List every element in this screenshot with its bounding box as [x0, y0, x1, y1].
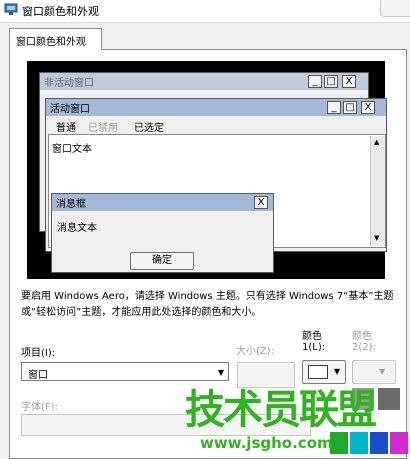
color2-label-top: 颜色	[352, 331, 372, 342]
palette-swatch[interactable]	[390, 432, 408, 454]
color1-picker-button[interactable]: ▼	[302, 360, 346, 384]
color1-label-top: 颜色	[302, 331, 322, 342]
chevron-down-icon: ▼	[334, 367, 341, 376]
minimize-icon: _	[327, 101, 341, 114]
window-close-button[interactable]	[380, 0, 410, 17]
scroll-down-icon: ▼	[374, 234, 380, 242]
menu-item-selected: 已选定	[134, 123, 164, 134]
tab-window-color-appearance[interactable]: 窗口颜色和外观	[9, 28, 102, 50]
aero-description: 要启用 Windows Aero，请选择 Windows 主题。只有选择 Win…	[21, 291, 394, 318]
preview-menu-bar: 普通 已禁用 已选定	[46, 116, 386, 134]
display-settings-icon	[4, 3, 18, 15]
message-box-title: 消息框	[52, 194, 273, 211]
minimize-icon: _	[308, 75, 322, 88]
window-title: 窗口颜色和外观	[22, 5, 99, 18]
message-text: 消息文本	[57, 223, 97, 234]
scroll-up-icon: ▲	[374, 138, 380, 146]
watermark-url: www.jsgho.com	[200, 434, 333, 452]
color1-swatch	[308, 365, 328, 379]
chevron-down-icon: ▼	[217, 368, 224, 377]
preview-scrollbar: ▲ ▼	[370, 136, 385, 246]
item-dropdown-value: 窗口	[28, 370, 48, 381]
window-text: 窗口文本	[52, 144, 92, 155]
menu-item-disabled: 已禁用	[88, 123, 118, 134]
chevron-down-icon: ▼	[379, 367, 386, 376]
palette-swatch[interactable]	[370, 432, 388, 454]
palette-swatch[interactable]	[350, 432, 368, 454]
size-stepper[interactable]	[237, 362, 295, 388]
maximize-icon: □	[343, 101, 357, 114]
close-icon: X	[254, 196, 268, 209]
menu-item-normal: 普通	[56, 123, 76, 134]
watermark-brand: 技术员联盟	[185, 387, 377, 433]
ok-button-preview: 确定	[130, 252, 194, 270]
color2-label: 2(2):	[352, 342, 376, 353]
palette-swatch[interactable]	[330, 432, 348, 454]
close-icon: X	[361, 101, 375, 114]
close-icon: X	[342, 75, 356, 88]
item-label: 项目(I):	[21, 348, 56, 359]
palette-swatch[interactable]	[378, 388, 400, 410]
color2-picker-button[interactable]: ▼	[352, 360, 396, 384]
maximize-icon: □	[324, 75, 338, 88]
item-dropdown[interactable]: 窗口 ▼	[21, 362, 229, 381]
color1-label: 1(L):	[302, 342, 326, 353]
font-label: 字体(F):	[21, 402, 58, 413]
size-label: 大小(Z):	[236, 346, 275, 357]
